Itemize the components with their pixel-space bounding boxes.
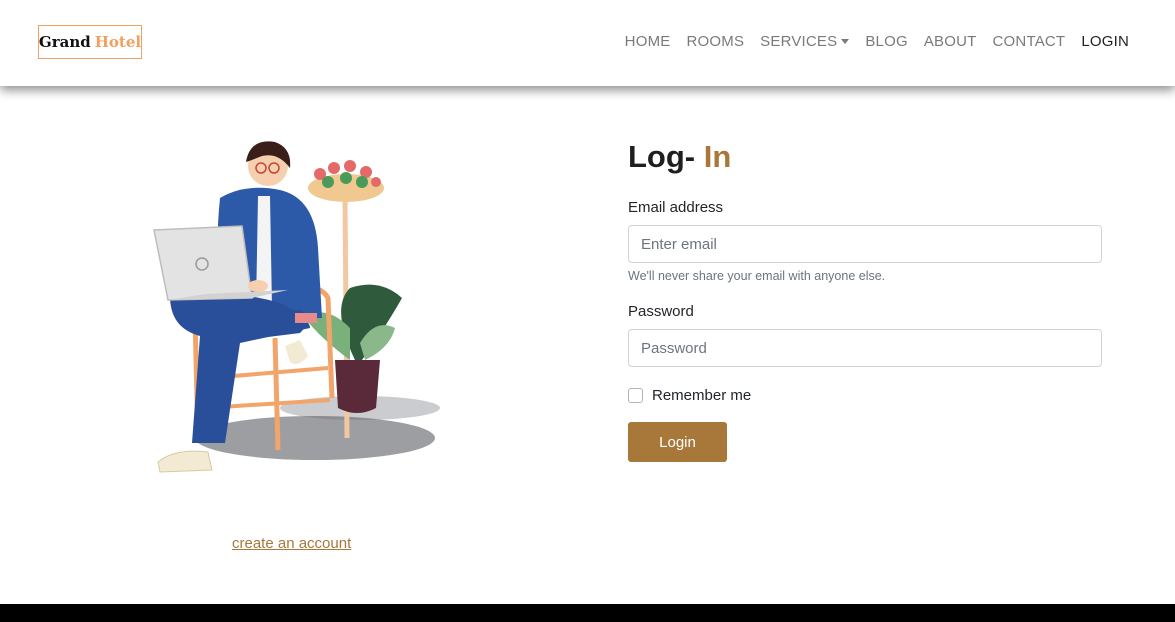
remember-me-checkbox[interactable]	[628, 388, 643, 403]
create-account-link[interactable]: create an account	[232, 535, 351, 552]
nav-rooms[interactable]: ROOMS	[686, 33, 744, 50]
brand-logo[interactable]: Grand Hotel	[38, 25, 142, 59]
navbar: Grand Hotel HOME ROOMS SERVICES BLOG ABO…	[0, 0, 1175, 86]
email-label: Email address	[628, 199, 724, 216]
person-with-laptop-illustration	[153, 141, 440, 473]
nav-blog[interactable]: BLOG	[865, 33, 907, 50]
login-button[interactable]: Login	[628, 422, 727, 462]
password-label: Password	[628, 303, 694, 320]
page-title: Log- In	[628, 135, 1102, 179]
password-field[interactable]	[628, 329, 1102, 367]
title-part-log: Log-	[628, 139, 696, 174]
brand-name-part1: Grand	[38, 33, 91, 51]
nav-contact[interactable]: CONTACT	[993, 33, 1066, 50]
chevron-down-icon	[841, 39, 850, 44]
login-form: Log- In Email address We'll never share …	[628, 135, 1102, 462]
footer-bar	[0, 604, 1175, 622]
nav-menu: HOME ROOMS SERVICES BLOG ABOUT CONTACT L…	[609, 33, 1129, 50]
title-part-in: In	[703, 139, 732, 174]
nav-home[interactable]: HOME	[625, 33, 671, 50]
brand-name-part2: Hotel	[94, 33, 142, 51]
email-field[interactable]	[628, 225, 1102, 263]
remember-me-label: Remember me	[652, 387, 752, 404]
nav-services-label: SERVICES	[760, 33, 838, 50]
nav-about[interactable]: ABOUT	[924, 33, 977, 50]
remember-me-row: Remember me	[628, 387, 1102, 404]
nav-services[interactable]: SERVICES	[760, 33, 850, 50]
email-help-text: We'll never share your email with anyone…	[628, 269, 886, 283]
nav-login[interactable]: LOGIN	[1081, 33, 1129, 50]
